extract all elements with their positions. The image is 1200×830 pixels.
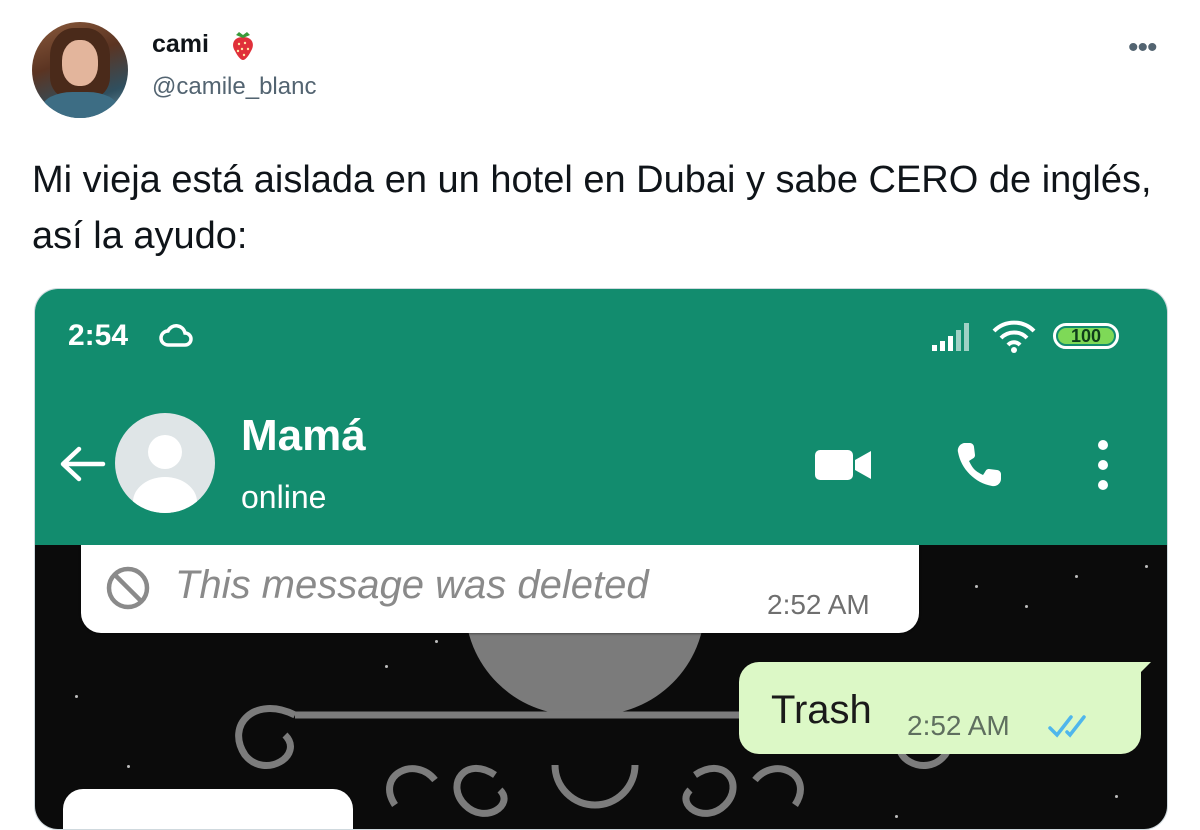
bubble-tail (1133, 662, 1151, 680)
message-text: Trash (771, 688, 872, 732)
display-name[interactable]: cami (152, 30, 209, 59)
message-bubble-incoming[interactable]: This message was deleted 2:52 AM (81, 545, 919, 633)
phone-call-icon[interactable] (953, 439, 1005, 491)
contact-name[interactable]: Mamá (241, 411, 366, 461)
cloud-icon (159, 324, 193, 347)
wallpaper-star (127, 765, 130, 768)
battery-level: 100 (1070, 326, 1102, 346)
profile-avatar[interactable] (32, 22, 128, 118)
message-bubble-outgoing[interactable]: Trash 2:52 AM (739, 662, 1141, 754)
tweet-media-image[interactable]: 2:54 100 Mamá online This message was de… (34, 288, 1168, 830)
battery-icon: 100 (1053, 323, 1119, 349)
wallpaper-star (1145, 565, 1148, 568)
wifi-icon (992, 320, 1036, 353)
wallpaper-star (1075, 575, 1078, 578)
back-arrow-icon[interactable] (57, 444, 107, 484)
avatar-placeholder-head (148, 435, 182, 469)
video-call-icon[interactable] (813, 446, 873, 484)
strawberry-icon (233, 32, 253, 60)
double-check-icon (1048, 715, 1086, 738)
chat-background: This message was deleted 2:52 AM Trash 2… (35, 545, 1167, 829)
user-handle[interactable]: @camile_blanc (152, 73, 316, 101)
more-vertical-icon[interactable] (1089, 437, 1117, 493)
message-bubble-incoming-partial[interactable] (63, 789, 353, 829)
signal-icon (932, 323, 969, 351)
contact-avatar[interactable] (115, 413, 215, 513)
wallpaper-star (435, 640, 438, 643)
wallpaper-star (75, 695, 78, 698)
tweet-text: Mi vieja está aislada en un hotel en Dub… (32, 159, 1152, 257)
contact-status: online (241, 479, 327, 515)
avatar-face (62, 40, 98, 86)
wallpaper-star (1025, 605, 1028, 608)
message-time: 2:52 AM (767, 589, 870, 620)
avatar-shirt (42, 92, 118, 118)
status-bar-time: 2:54 (68, 319, 129, 352)
deleted-message-text: This message was deleted (175, 563, 649, 607)
avatar-placeholder-body (133, 477, 197, 513)
ban-icon (106, 566, 150, 610)
message-time: 2:52 AM (907, 710, 1010, 741)
chat-header: 2:54 100 Mamá online (35, 289, 1167, 545)
more-horizontal-icon[interactable]: ••• (1128, 33, 1168, 63)
wallpaper-star (975, 585, 978, 588)
wallpaper-star (1115, 795, 1118, 798)
